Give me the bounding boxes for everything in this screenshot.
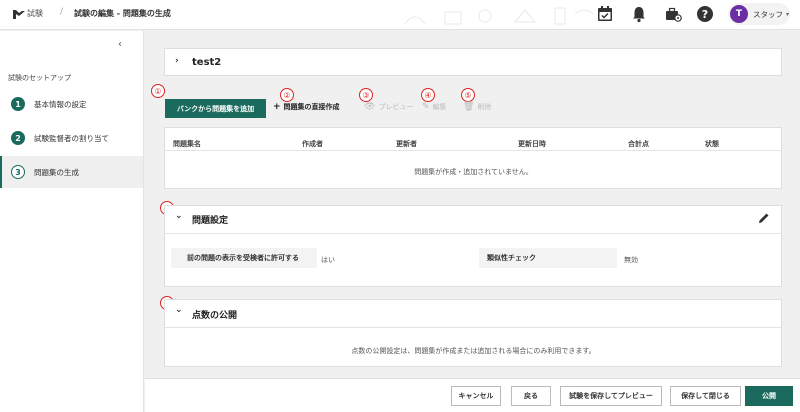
sidebar-step-basic-info[interactable]: 1 基本情報の設定 <box>0 89 143 119</box>
score-publish-message: 点数の公開設定は、問題集が作成または追加される場合にのみ利用できます。 <box>351 347 596 355</box>
annotation-marker-2: ② <box>280 88 294 102</box>
save-and-preview-button[interactable]: 試験を保存してプレビュー <box>560 386 662 406</box>
edit-settings-pencil-icon[interactable] <box>758 212 770 224</box>
sidebar-step-question-set[interactable]: 3 問題集の生成 <box>0 156 143 188</box>
test-collapsible-card[interactable] <box>164 48 782 76</box>
header-decoration-illustration <box>404 7 594 25</box>
create-direct-label: 問題集の直接作成 <box>283 103 340 111</box>
plus-icon: + <box>273 102 281 112</box>
preview-label: プレビュー <box>378 103 414 111</box>
collapse-sidebar-icon[interactable]: ‹ <box>118 39 122 50</box>
cancel-button[interactable]: キャンセル <box>451 386 501 406</box>
add-from-bank-button[interactable]: バンクから問題集を追加 <box>165 99 266 118</box>
delete-label: 削除 <box>477 103 492 111</box>
prop-allow-previous-value: はい <box>321 256 335 264</box>
calendar-check-icon[interactable] <box>596 5 614 23</box>
annotation-marker-1: ① <box>151 84 165 98</box>
sidebar-title: 試験のセットアップ <box>8 74 71 82</box>
question-set-table <box>164 127 782 189</box>
avatar: T <box>730 5 748 23</box>
column-header-updated-at[interactable]: 更新日時 <box>518 139 546 149</box>
sidebar-step-proctor-assign[interactable]: 2 試験監督者の割り当て <box>0 123 143 153</box>
chevron-right-icon: › <box>175 56 179 66</box>
chevron-down-icon[interactable]: ⌄ <box>175 305 183 315</box>
score-publish-card <box>164 299 782 367</box>
column-header-updater[interactable]: 更新者 <box>396 139 417 149</box>
trash-icon: 🗑 <box>463 102 475 112</box>
column-header-name[interactable]: 問題集名 <box>173 139 201 149</box>
step-label: 試験監督者の割り当て <box>34 133 109 143</box>
delete-button[interactable]: 🗑 削除 <box>463 102 491 112</box>
step-number: 2 <box>11 131 25 145</box>
step-number: 1 <box>11 97 25 111</box>
step-label: 問題集の生成 <box>34 167 79 177</box>
top-header: 試験 / 試験の編集 - 問題集の生成 ? T スタッフ ▾ <box>0 0 800 30</box>
user-name: スタッフ <box>753 9 783 19</box>
prop-allow-previous-label: 前の問題の表示を受検者に許可する <box>171 248 317 268</box>
prop-similarity-check-value: 無効 <box>624 256 638 264</box>
annotation-marker-3: ③ <box>359 88 373 102</box>
annotation-marker-4: ④ <box>421 88 435 102</box>
back-button[interactable]: 戻る <box>511 386 551 406</box>
edit-button[interactable]: ✎ 編集 <box>422 102 447 112</box>
column-header-total-score[interactable]: 合計点 <box>628 139 649 149</box>
section-divider <box>165 233 781 234</box>
test-title: test2 <box>192 57 222 68</box>
eye-icon: 👁 <box>364 102 376 112</box>
publish-button[interactable]: 公開 <box>745 386 793 406</box>
preview-button[interactable]: 👁 プレビュー <box>364 102 413 112</box>
question-settings-title: 問題設定 <box>192 216 229 226</box>
column-header-status[interactable]: 状態 <box>705 139 719 149</box>
user-menu[interactable]: T スタッフ ▾ <box>728 3 790 25</box>
chevron-down-icon: ▾ <box>786 10 790 18</box>
step-label: 基本情報の設定 <box>34 99 87 109</box>
question-settings-card <box>164 205 782 287</box>
section-divider <box>165 327 781 328</box>
breadcrumb-home[interactable]: 試験 <box>27 8 43 19</box>
edit-label: 編集 <box>432 103 447 111</box>
breadcrumb-current: 試験の編集 - 問題集の生成 <box>74 9 171 18</box>
create-direct-button[interactable]: + 問題集の直接作成 <box>273 102 340 112</box>
table-header-divider <box>165 150 781 151</box>
notification-bell-icon[interactable] <box>630 5 648 23</box>
table-empty-message: 問題集が作成・追加されていません。 <box>414 168 533 176</box>
help-icon[interactable]: ? <box>696 5 714 23</box>
step-number: 3 <box>11 165 25 179</box>
annotation-marker-5: ⑤ <box>461 88 475 102</box>
save-and-close-button[interactable]: 保存して閉じる <box>670 386 741 406</box>
prop-similarity-check-label: 類似性チェック <box>479 248 617 268</box>
chevron-down-icon[interactable]: ⌄ <box>175 211 183 221</box>
svg-text:?: ? <box>702 8 708 21</box>
setup-sidebar: ‹ 試験のセットアップ 1 基本情報の設定 2 試験監督者の割り当て 3 問題集… <box>0 31 144 412</box>
breadcrumb-separator: / <box>60 7 64 17</box>
column-header-creator[interactable]: 作成者 <box>302 139 323 149</box>
exam-icon <box>13 10 25 19</box>
score-publish-title: 点数の公開 <box>192 311 238 321</box>
toolbox-settings-icon[interactable] <box>664 5 682 23</box>
pencil-icon: ✎ <box>422 102 430 112</box>
